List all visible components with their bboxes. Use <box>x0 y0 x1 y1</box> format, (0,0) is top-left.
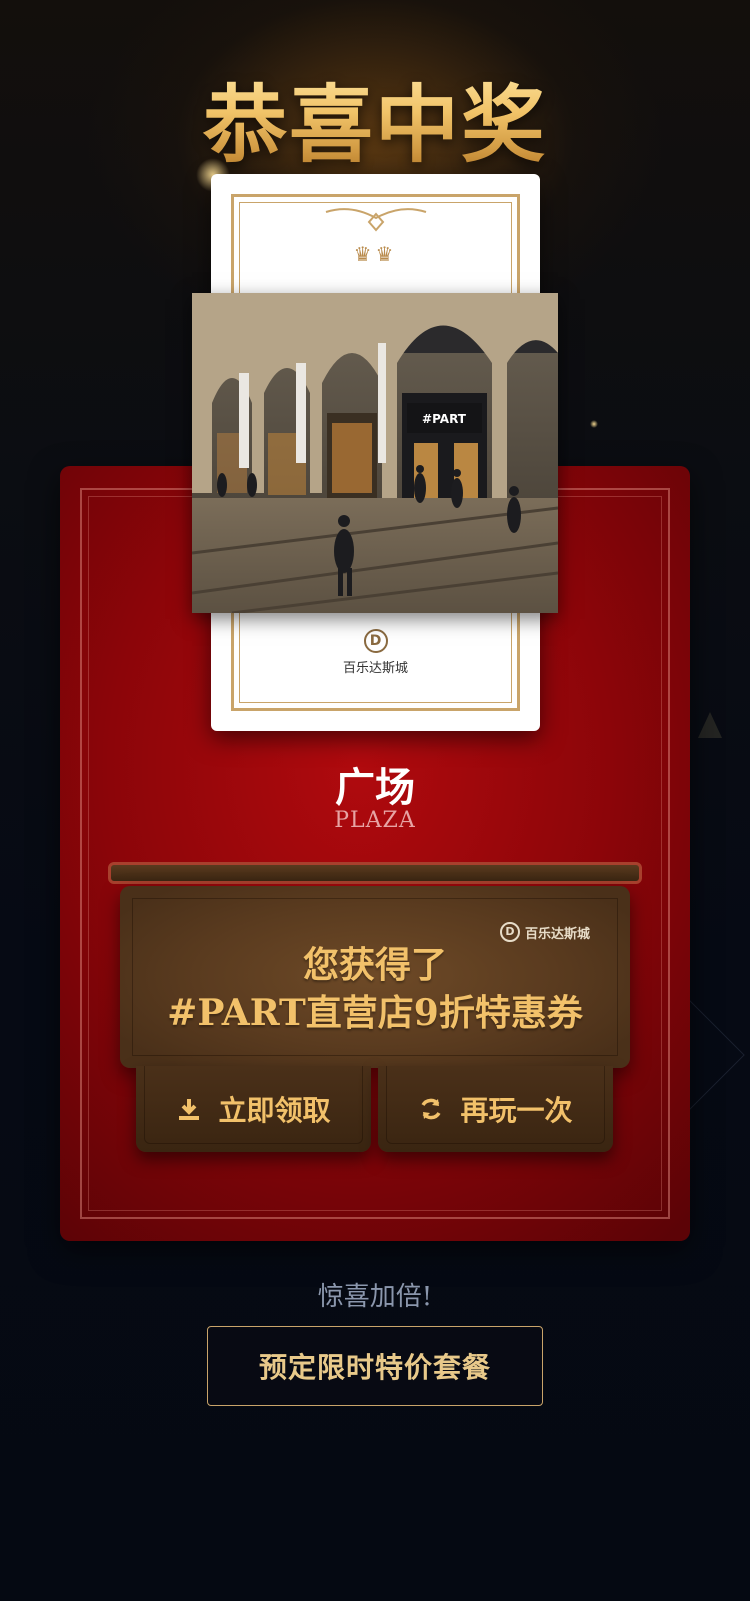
coupon-offer: #PART直营店9折特惠券 <box>167 992 583 1034</box>
plaza-photo: #PART <box>192 293 558 613</box>
page-title: 恭喜中奖 <box>0 58 750 179</box>
replay-button-label: 再玩一次 <box>460 1094 573 1127</box>
replay-button[interactable]: 再玩一次 <box>378 1066 613 1152</box>
card-brand-logo: D 百乐达斯城 <box>211 629 540 676</box>
refresh-icon <box>421 1098 442 1120</box>
photo-sign: #PART <box>422 412 467 426</box>
prize-name: 广场 <box>335 764 415 811</box>
scroll-rod <box>108 862 642 884</box>
brand-mark-icon: D <box>363 629 388 653</box>
coupon-headline: 您获得了 <box>302 944 447 986</box>
flourish-ornament <box>325 208 427 232</box>
sparkle <box>590 420 598 428</box>
decorative-triangle <box>698 712 722 738</box>
coupon-card: D 百乐达斯城 您获得了 #PART直营店9折特惠券 <box>120 886 630 1068</box>
bonus-text: 惊喜加倍! <box>317 1282 433 1312</box>
download-icon <box>179 1099 200 1120</box>
claim-button-label: 立即领取 <box>218 1094 331 1127</box>
prize-name-english: PLAZA <box>334 808 416 833</box>
book-package-button[interactable]: 预定限时特价套餐 <box>207 1326 543 1406</box>
crown-icon: ♛♛ <box>353 242 398 266</box>
claim-button[interactable]: 立即领取 <box>136 1066 371 1152</box>
card-brand-name: 百乐达斯城 <box>342 661 408 676</box>
